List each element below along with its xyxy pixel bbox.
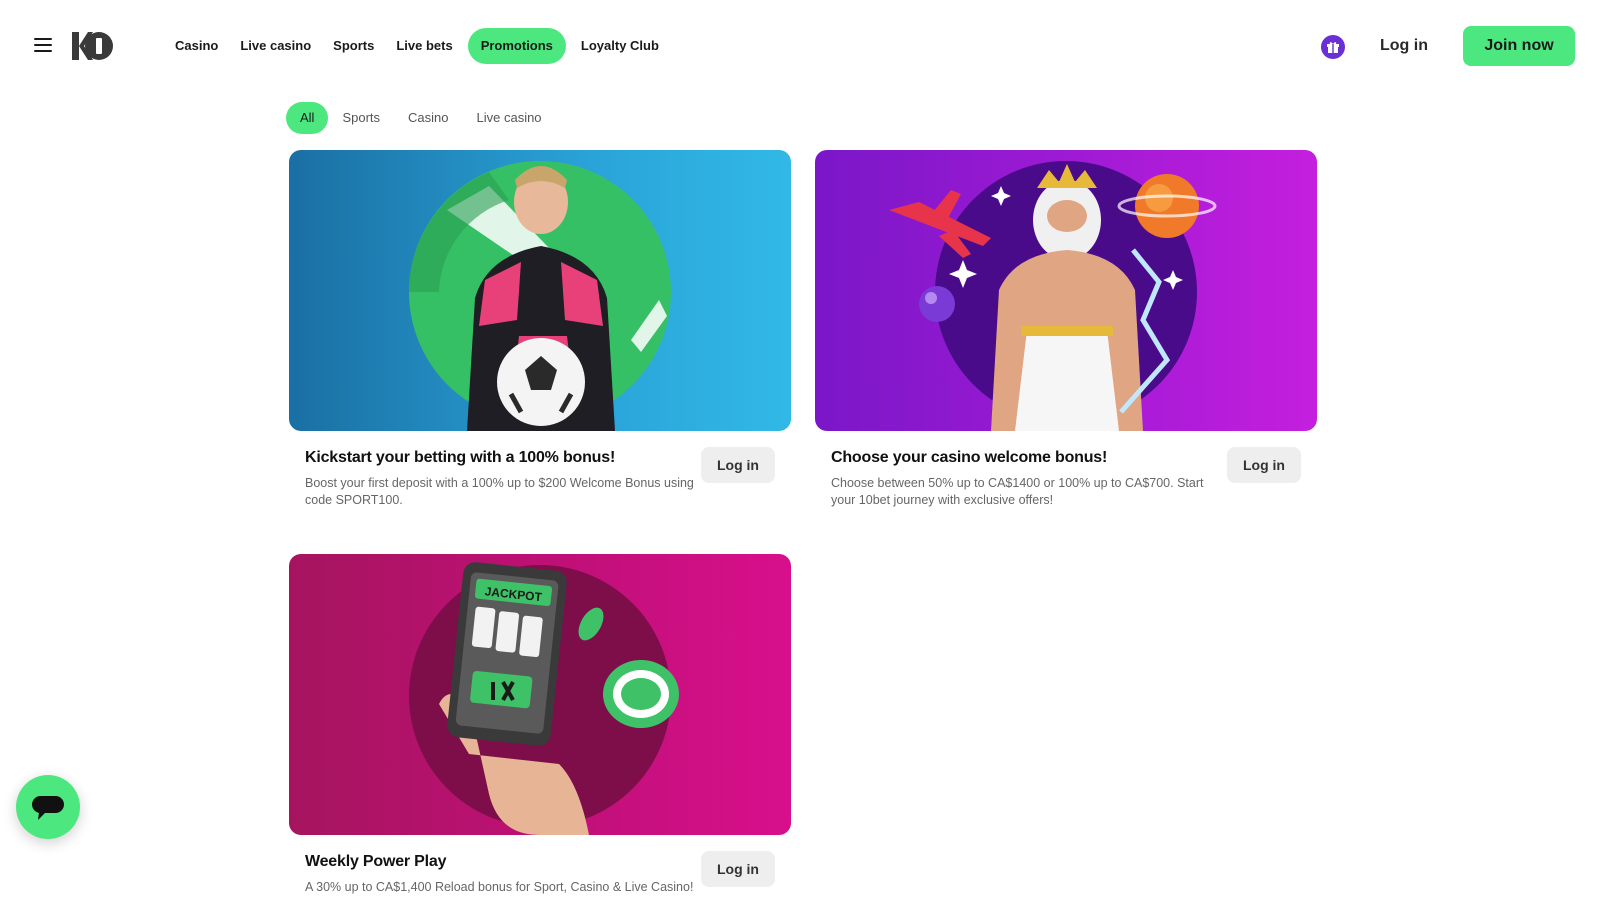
nav-item-promotions[interactable]: Promotions — [467, 28, 566, 64]
promotion-image-sports[interactable] — [289, 150, 791, 431]
promotion-filters: All Sports Casino Live casino — [286, 102, 556, 134]
filter-sports[interactable]: Sports — [328, 102, 394, 134]
join-now-button[interactable]: Join now — [1463, 26, 1575, 66]
nav-item-loyalty-club[interactable]: Loyalty Club — [570, 28, 670, 64]
filter-all[interactable]: All — [286, 102, 329, 134]
promotion-description: Choose between 50% up to CA$1400 or 100%… — [831, 476, 1204, 507]
hamburger-menu-icon[interactable] — [34, 38, 52, 52]
nav-item-casino[interactable]: Casino — [164, 28, 229, 64]
promotion-card: Kickstart your betting with a 100% bonus… — [289, 150, 791, 521]
top-header: Casino Live casino Sports Live bets Prom… — [0, 0, 1600, 92]
promotion-title: Choose your casino welcome bonus! — [831, 449, 1108, 466]
main-nav: Casino Live casino Sports Live bets Prom… — [164, 28, 670, 64]
filter-casino[interactable]: Casino — [394, 102, 462, 134]
nav-item-live-casino[interactable]: Live casino — [229, 28, 322, 64]
promotion-description: Boost your first deposit with a 100% up … — [305, 476, 694, 507]
gift-icon[interactable] — [1321, 35, 1345, 59]
promotion-login-button[interactable]: Log in — [701, 447, 775, 483]
chat-bubble-icon[interactable] — [16, 775, 80, 839]
promotion-title: Kickstart your betting with a 100% bonus… — [305, 449, 616, 466]
promotion-description: A 30% up to CA$1,400 Reload bonus for Sp… — [305, 880, 694, 894]
nav-item-sports[interactable]: Sports — [322, 28, 385, 64]
promotion-title: Weekly Power Play — [305, 853, 447, 870]
logo[interactable] — [72, 30, 114, 62]
promotion-card-body: Weekly Power Play A 30% up to CA$1,400 R… — [289, 835, 791, 900]
promotion-image-power-play[interactable]: JACKPOT — [289, 554, 791, 835]
filter-live-casino[interactable]: Live casino — [463, 102, 556, 134]
promotion-card: JACKPOT Weekly Power Play A 30% up to CA… — [289, 554, 791, 900]
promotion-login-button[interactable]: Log in — [1227, 447, 1301, 483]
promotion-card-body: Kickstart your betting with a 100% bonus… — [289, 431, 791, 521]
promotion-card-body: Choose your casino welcome bonus! Choose… — [815, 431, 1317, 521]
promotion-card: Choose your casino welcome bonus! Choose… — [815, 150, 1317, 521]
promotion-login-button[interactable]: Log in — [701, 851, 775, 887]
header-login-button[interactable]: Log in — [1380, 30, 1428, 62]
nav-item-live-bets[interactable]: Live bets — [385, 28, 463, 64]
promotion-image-casino[interactable] — [815, 150, 1317, 431]
